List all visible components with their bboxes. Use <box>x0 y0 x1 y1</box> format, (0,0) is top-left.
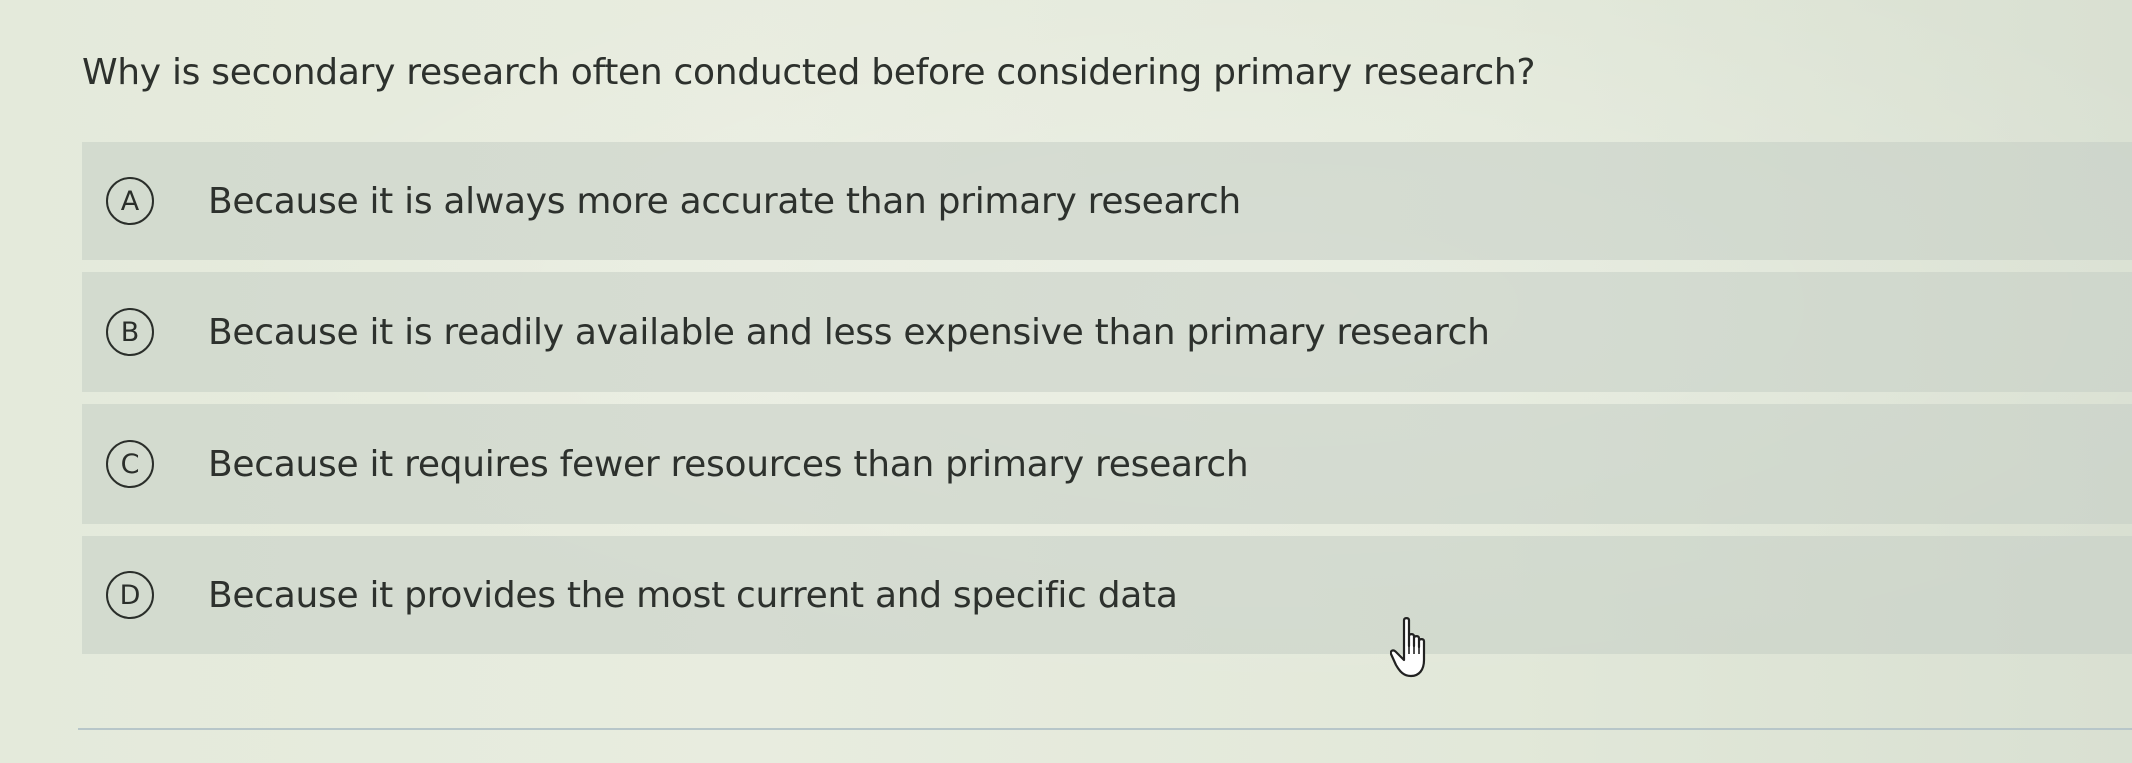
option-letter-b: B <box>106 308 154 356</box>
option-text-d: Because it provides the most current and… <box>208 574 1178 616</box>
divider <box>78 728 2132 730</box>
option-b[interactable]: B Because it is readily available and le… <box>82 272 2132 392</box>
option-letter-c: C <box>106 440 154 488</box>
option-letter-a: A <box>106 177 154 225</box>
option-letter-d: D <box>106 571 154 619</box>
hand-pointer-icon <box>1390 617 1426 678</box>
option-a[interactable]: A Because it is always more accurate tha… <box>82 142 2132 260</box>
option-text-b: Because it is readily available and less… <box>208 311 1490 353</box>
option-d[interactable]: D Because it provides the most current a… <box>82 536 2132 654</box>
option-text-c: Because it requires fewer resources than… <box>208 443 1249 485</box>
answer-options: A Because it is always more accurate tha… <box>82 142 2132 666</box>
option-text-a: Because it is always more accurate than … <box>208 180 1241 222</box>
question-text: Why is secondary research often conducte… <box>82 52 1536 93</box>
option-c[interactable]: C Because it requires fewer resources th… <box>82 404 2132 524</box>
